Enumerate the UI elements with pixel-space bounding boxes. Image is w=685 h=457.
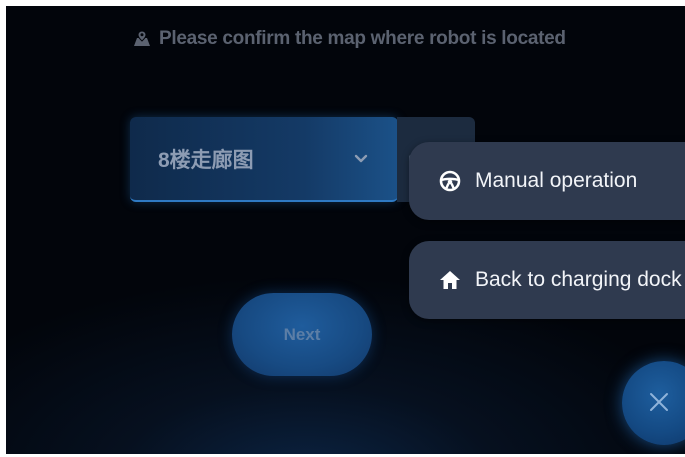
map-pin-icon	[134, 30, 150, 46]
map-confirm-prompt: Please confirm the map where robot is lo…	[133, 28, 566, 50]
back-to-dock-label: Back to charging dock	[475, 268, 682, 291]
map-select-dropdown[interactable]: 8楼走廊图	[130, 117, 398, 202]
home-icon	[440, 271, 460, 289]
manual-operation-button[interactable]: Manual operation	[409, 142, 685, 220]
close-icon	[650, 393, 668, 411]
steering-wheel-icon	[439, 170, 461, 192]
robot-map-confirm-screen: Please confirm the map where robot is lo…	[6, 6, 685, 454]
back-to-dock-button[interactable]: Back to charging dock	[409, 241, 685, 319]
prompt-text: Please confirm the map where robot is lo…	[159, 28, 566, 49]
manual-operation-label: Manual operation	[475, 169, 638, 192]
chevron-down-icon	[354, 154, 368, 162]
close-menu-button[interactable]	[622, 361, 685, 445]
next-button-label: Next	[283, 324, 321, 344]
map-select-value: 8楼走廊图	[158, 148, 254, 172]
next-button[interactable]: Next	[232, 293, 372, 376]
